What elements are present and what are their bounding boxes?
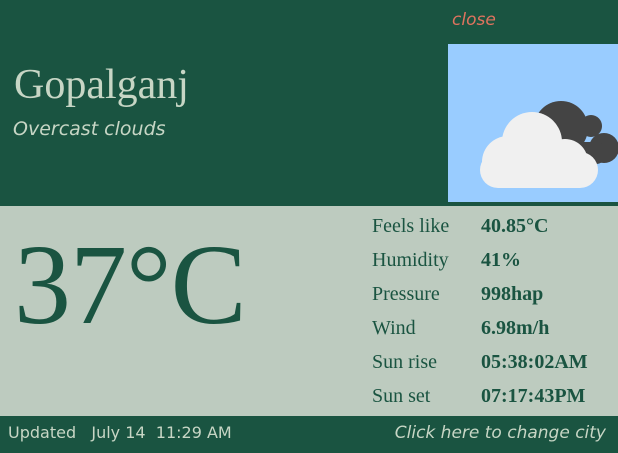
weather-footer: Updated July 14 11:29 AM Click here to c…: [0, 416, 618, 453]
weather-description: Overcast clouds: [13, 118, 166, 140]
weather-header: close Gopalganj Overcast clouds: [0, 0, 618, 206]
stat-value: 07:17:43PM: [481, 385, 586, 407]
stat-label: Sun rise: [372, 351, 437, 373]
city-name: Gopalganj: [14, 62, 189, 108]
updated-timestamp: Updated July 14 11:29 AM: [8, 423, 232, 442]
close-button[interactable]: close: [452, 10, 496, 30]
stat-row-sunset: Sun set 07:17:43PM: [372, 379, 612, 413]
stat-label: Pressure: [372, 283, 440, 305]
stat-row-pressure: Pressure 998hap: [372, 277, 612, 311]
stat-label: Wind: [372, 317, 416, 339]
stat-label: Sun set: [372, 385, 431, 407]
current-temperature: 37°C: [14, 221, 247, 348]
stat-row-wind: Wind 6.98m/h: [372, 311, 612, 345]
updated-time: 11:29 AM: [155, 423, 232, 442]
weather-body: 37°C Feels like 40.85°C Humidity 41% Pre…: [0, 206, 618, 416]
stat-row-humidity: Humidity 41%: [372, 243, 612, 277]
stat-label: Humidity: [372, 249, 449, 271]
updated-date: July 14: [91, 423, 146, 442]
stat-row-sunrise: Sun rise 05:38:02AM: [372, 345, 612, 379]
stat-value: 6.98m/h: [481, 317, 550, 339]
overcast-clouds-icon: [448, 44, 618, 202]
updated-label: Updated: [8, 423, 77, 442]
stat-value: 05:38:02AM: [481, 351, 588, 373]
stat-value: 40.85°C: [481, 215, 549, 237]
weather-widget: close Gopalganj Overcast clouds 37°C Fee…: [0, 0, 618, 453]
stat-value: 41%: [481, 249, 521, 271]
stat-row-feels-like: Feels like 40.85°C: [372, 209, 612, 243]
stat-value: 998hap: [481, 283, 544, 305]
stat-label: Feels like: [372, 215, 450, 237]
change-city-link[interactable]: Click here to change city: [395, 423, 606, 443]
weather-stats: Feels like 40.85°C Humidity 41% Pressure…: [372, 209, 612, 413]
